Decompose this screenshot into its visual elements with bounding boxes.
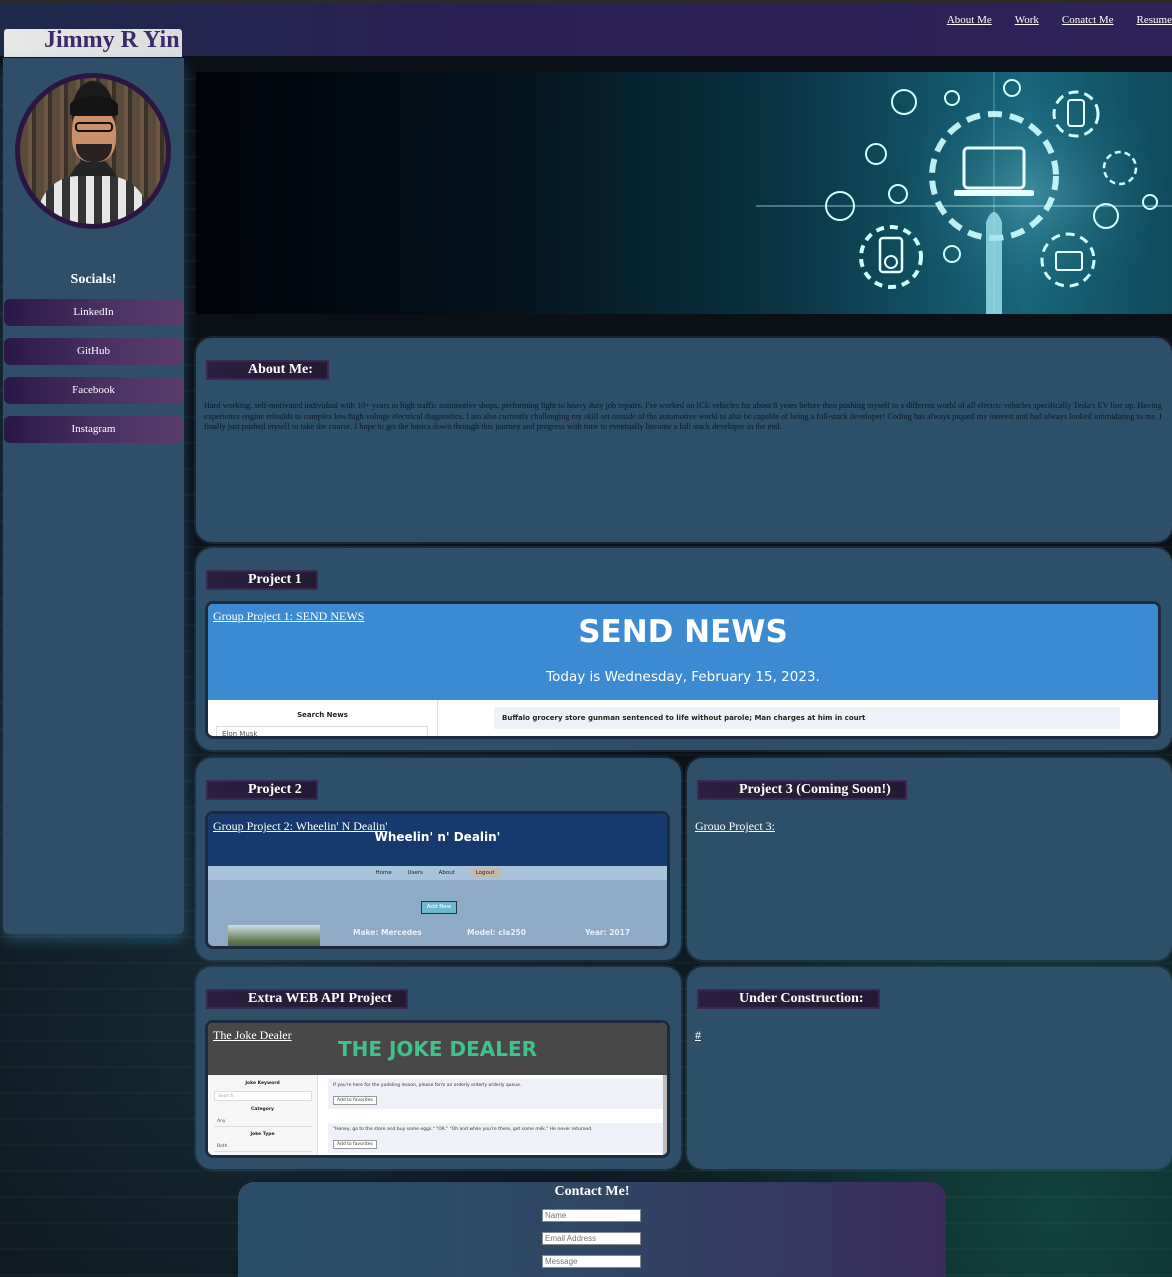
wheelin-nav-home: Home <box>375 870 392 876</box>
joke-keyword-input: Search <box>214 1091 312 1101</box>
send-news-search-input: Elon Musk <box>216 726 428 736</box>
wheelin-model: Model: cla250 <box>467 928 526 937</box>
add-favorite-button-2: Add to favorites <box>333 1140 377 1149</box>
hero-banner <box>196 72 1172 314</box>
wheelin-car-photo <box>228 925 320 946</box>
extra-api-heading: Extra WEB API Project <box>206 989 408 1009</box>
site-header: Jimmy R Yin About Me Work Conatct Me Res… <box>0 0 1172 57</box>
main-nav: About Me Work Conatct Me Resume <box>947 14 1172 26</box>
joke-card-1: If you're here for the yodeling lesson, … <box>328 1079 663 1109</box>
profile-photo <box>15 73 171 229</box>
project-2-link[interactable]: Group Project 2: Wheelin' N Dealin' <box>213 819 387 834</box>
project-3-card: Project 3 (Coming Soon!) Grouo Project 3… <box>687 758 1172 960</box>
joke-type-select: Both <box>214 1142 312 1152</box>
email-field[interactable] <box>542 1232 641 1245</box>
wheelin-nav-logout: Logout <box>470 868 500 878</box>
under-construction-card: Under Construction: # <box>687 967 1172 1169</box>
joke-keyword-label: Joke Keyword <box>245 1081 280 1086</box>
nav-about-me[interactable]: About Me <box>947 14 992 26</box>
sidebar: Socials! LinkedIn GitHub Facebook Instag… <box>3 58 184 934</box>
wheelin-nav-about: About <box>438 870 455 876</box>
send-news-headline: Buffalo grocery store gunman sentenced t… <box>494 707 1120 729</box>
joke-dealer-link[interactable]: The Joke Dealer <box>213 1028 292 1043</box>
contact-heading: Contact Me! <box>554 1184 630 1199</box>
project-1-heading: Project 1 <box>206 570 318 590</box>
joke-filter-panel: Joke Keyword Search Category Any Joke Ty… <box>208 1075 318 1155</box>
wheelin-nav-users: Users <box>407 870 423 876</box>
extra-api-card: Extra WEB API Project THE JOKE DEALER Jo… <box>196 967 681 1169</box>
project-3-link[interactable]: Grouo Project 3: <box>695 819 775 834</box>
joke-category-label: Category <box>250 1107 274 1112</box>
site-title: Jimmy R Yin <box>44 27 180 53</box>
socials-heading: Socials! <box>70 272 117 287</box>
joke-category-select: Any <box>214 1117 312 1127</box>
wheelin-nav: Home Users About Logout <box>208 866 667 880</box>
wheelin-year: Year: 2017 <box>585 928 631 937</box>
tech-devices-illustration <box>756 72 1172 314</box>
project-2-heading: Project 2 <box>206 780 318 800</box>
joke-text-2: "Honey, go to the store and buy some egg… <box>333 1127 593 1132</box>
under-construction-heading: Under Construction: <box>697 989 880 1009</box>
joke-scrollbar <box>663 1075 667 1155</box>
project-1-link[interactable]: Group Project 1: SEND NEWS <box>213 609 364 624</box>
joke-type-label: Joke Type <box>250 1132 275 1137</box>
nav-work[interactable]: Work <box>1015 14 1039 26</box>
project-3-heading: Project 3 (Coming Soon!) <box>697 780 907 800</box>
send-news-search-panel: Search News Elon Musk <box>208 700 438 736</box>
name-field[interactable] <box>542 1209 641 1222</box>
linkedin-button[interactable]: LinkedIn <box>4 299 183 326</box>
about-me-text: Hard working, self-motivated individual … <box>204 401 1163 431</box>
contact-form: Contact Me! <box>238 1182 946 1277</box>
message-field[interactable] <box>542 1255 641 1268</box>
add-favorite-button-1: Add to favorites <box>333 1096 377 1105</box>
under-construction-link[interactable]: # <box>695 1028 701 1043</box>
about-me-heading: About Me: <box>206 360 329 380</box>
wheelin-make: Make: Mercedes <box>353 928 422 937</box>
send-news-search-label: Search News <box>297 711 348 719</box>
facebook-button[interactable]: Facebook <box>4 377 183 404</box>
joke-text-1: If you're here for the yodeling lesson, … <box>333 1083 522 1088</box>
project-2-card: Project 2 Wheelin' n' Dealin' Home Users… <box>196 758 681 960</box>
nav-resume[interactable]: Resume <box>1137 14 1172 26</box>
send-news-date: Today is Wednesday, February 15, 2023. <box>546 669 820 685</box>
wheelin-add-button: Add New <box>421 901 457 914</box>
project-1-card: Project 1 SEND NEWS Today is Wednesday, … <box>196 548 1172 750</box>
github-button[interactable]: GitHub <box>4 338 183 365</box>
joke-card-2: "Honey, go to the store and buy some egg… <box>328 1123 663 1153</box>
nav-contact-me[interactable]: Conatct Me <box>1062 14 1114 26</box>
instagram-button[interactable]: Instagram <box>4 416 183 443</box>
about-me-card: About Me: Hard working, self-motivated i… <box>196 338 1172 542</box>
